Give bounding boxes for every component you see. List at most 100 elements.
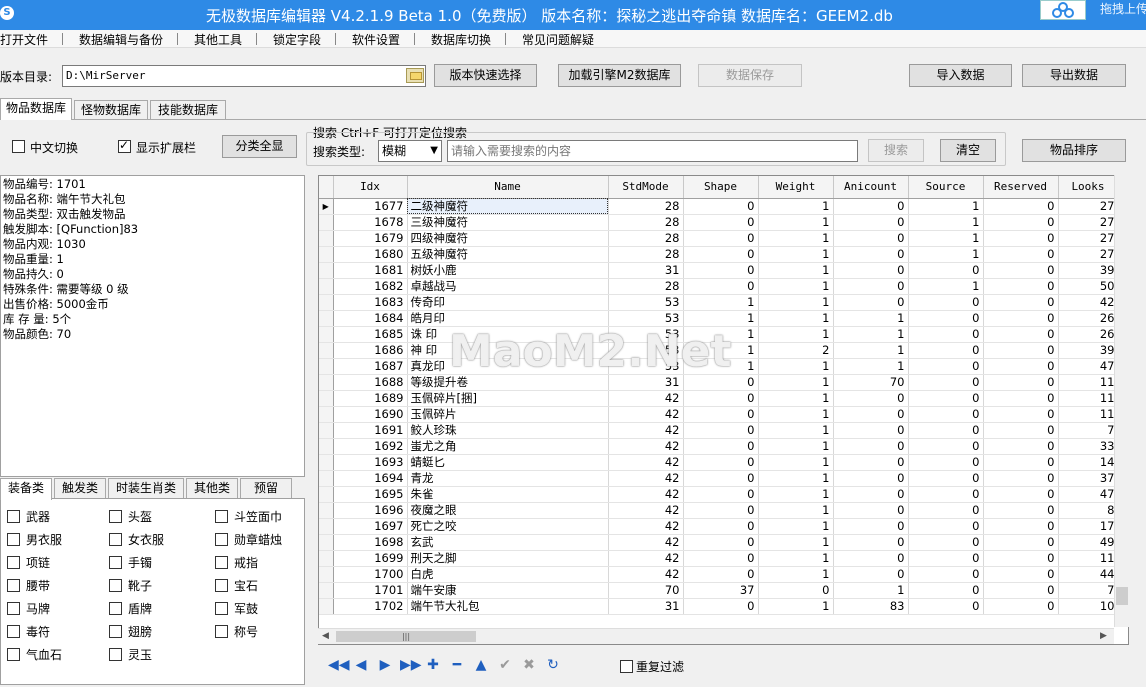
cell-reserved[interactable]: 0 (983, 422, 1059, 439)
cell-reserved[interactable]: 0 (983, 470, 1059, 487)
category-checkbox[interactable] (215, 510, 228, 523)
row-indicator[interactable] (319, 406, 334, 423)
cell-shape[interactable]: 0 (683, 454, 759, 471)
cell-shape[interactable]: 0 (683, 390, 759, 407)
cell-idx[interactable]: 1677 (333, 198, 408, 215)
cell-idx[interactable]: 1692 (333, 438, 408, 455)
cell-name[interactable]: 神 印 (407, 342, 609, 359)
cell-weight[interactable]: 1 (758, 598, 834, 615)
tab-trigger[interactable]: 触发类 (54, 478, 106, 498)
post-record-icon[interactable]: ✔ (496, 656, 514, 674)
cell-name[interactable]: 蜻蜓匕 (407, 454, 609, 471)
table-row[interactable]: 1702 端午节大礼包 31 0 1 83 0 0 10 (319, 598, 1126, 615)
row-indicator[interactable] (319, 262, 334, 279)
prior-record-icon[interactable]: ◀ (352, 656, 370, 674)
menu-data-edit-backup[interactable]: 数据编辑与备份 (79, 31, 163, 48)
category-helmet[interactable]: 头盔 (109, 508, 152, 525)
table-row[interactable]: 1698 玄武 42 0 1 0 0 0 49 (319, 534, 1126, 551)
menu-open-file[interactable]: 打开文件 (0, 31, 48, 48)
cell-reserved[interactable]: 0 (983, 342, 1059, 359)
cell-reserved[interactable]: 0 (983, 582, 1059, 599)
vertical-scroll-thumb[interactable] (1116, 587, 1128, 605)
tab-other[interactable]: 其他类 (186, 478, 238, 498)
cancel-record-icon[interactable]: ✖ (520, 656, 538, 674)
cell-name[interactable]: 卓越战马 (407, 278, 609, 295)
clear-button[interactable]: 清空 (940, 139, 996, 162)
load-engine-button[interactable]: 加载引擎M2数据库 (558, 64, 681, 87)
cell-idx[interactable]: 1679 (333, 230, 408, 247)
cell-source[interactable]: 0 (908, 422, 984, 439)
cell-reserved[interactable]: 0 (983, 198, 1059, 215)
cell-stdmode[interactable]: 31 (608, 262, 684, 279)
cell-idx[interactable]: 1689 (333, 390, 408, 407)
cell-looks[interactable]: 37 (1058, 470, 1119, 487)
category-boots[interactable]: 靴子 (109, 577, 152, 594)
first-record-icon[interactable]: ◀◀ (328, 656, 350, 674)
refresh-record-icon[interactable]: ↻ (544, 656, 562, 674)
row-indicator[interactable] (319, 534, 334, 551)
insert-record-icon[interactable]: ✚ (424, 656, 442, 674)
cell-weight[interactable]: 1 (758, 278, 834, 295)
cell-reserved[interactable]: 0 (983, 454, 1059, 471)
cell-looks[interactable]: 7 (1058, 422, 1119, 439)
cell-name[interactable]: 五级神魔符 (407, 246, 609, 263)
cell-shape[interactable]: 0 (683, 278, 759, 295)
search-type-select[interactable]: 模糊 ▼ (378, 140, 442, 162)
cell-reserved[interactable]: 0 (983, 534, 1059, 551)
save-data-button[interactable]: 数据保存 (698, 64, 802, 87)
menu-other-tools[interactable]: 其他工具 (194, 31, 242, 48)
cell-source[interactable]: 0 (908, 374, 984, 391)
cell-stdmode[interactable]: 70 (608, 582, 684, 599)
table-row[interactable]: 1681 树妖小鹿 31 0 1 0 0 0 39 (319, 262, 1126, 279)
row-indicator[interactable] (319, 342, 334, 359)
cell-name[interactable]: 朱雀 (407, 486, 609, 503)
horizontal-scrollbar[interactable]: ◀ ||| ▶ (318, 628, 1114, 644)
cell-name[interactable]: 青龙 (407, 470, 609, 487)
cell-source[interactable]: 1 (908, 246, 984, 263)
cell-weight[interactable]: 1 (758, 310, 834, 327)
cell-anicount[interactable]: 1 (833, 342, 909, 359)
cell-name[interactable]: 三级神魔符 (407, 214, 609, 231)
cell-looks[interactable]: 47 (1058, 486, 1119, 503)
table-row[interactable]: 1689 玉佩碎片[捆] 42 0 1 0 0 0 11 (319, 390, 1126, 407)
cell-idx[interactable]: 1696 (333, 502, 408, 519)
table-row[interactable]: 1685 诛 印 53 1 1 1 0 0 26 (319, 326, 1126, 343)
column-header-stdmode[interactable]: StdMode (608, 176, 684, 199)
cell-shape[interactable]: 0 (683, 470, 759, 487)
cell-source[interactable]: 0 (908, 550, 984, 567)
row-indicator[interactable] (319, 310, 334, 327)
table-row[interactable]: 1687 真龙印 53 1 1 1 0 0 47 (319, 358, 1126, 375)
cell-shape[interactable]: 1 (683, 326, 759, 343)
menu-software-settings[interactable]: 软件设置 (352, 31, 400, 48)
cell-looks[interactable]: 26 (1058, 326, 1119, 343)
vertical-scrollbar[interactable] (1114, 175, 1129, 627)
cell-weight[interactable]: 1 (758, 454, 834, 471)
table-row[interactable]: 1688 等级提升卷 31 0 1 70 0 0 11 (319, 374, 1126, 391)
cell-name[interactable]: 等级提升卷 (407, 374, 609, 391)
category-checkbox[interactable] (109, 510, 122, 523)
delete-record-icon[interactable]: ━ (448, 656, 466, 674)
cell-looks[interactable]: 27 (1058, 198, 1119, 215)
cell-weight[interactable]: 1 (758, 566, 834, 583)
cell-looks[interactable]: 10 (1058, 598, 1119, 615)
cell-reserved[interactable]: 0 (983, 294, 1059, 311)
quick-select-button[interactable]: 版本快速选择 (434, 64, 537, 87)
cell-idx[interactable]: 1691 (333, 422, 408, 439)
cell-source[interactable]: 0 (908, 358, 984, 375)
category-title[interactable]: 称号 (215, 623, 258, 640)
row-indicator[interactable] (319, 438, 334, 455)
cell-idx[interactable]: 1693 (333, 454, 408, 471)
cell-source[interactable]: 0 (908, 326, 984, 343)
cell-name[interactable]: 死亡之咬 (407, 518, 609, 535)
category-bracelet[interactable]: 手镯 (109, 554, 152, 571)
cell-name[interactable]: 夜魔之眼 (407, 502, 609, 519)
cell-anicount[interactable]: 0 (833, 486, 909, 503)
cell-idx[interactable]: 1681 (333, 262, 408, 279)
chinese-switch-checkbox[interactable] (12, 140, 25, 153)
cell-idx[interactable]: 1699 (333, 550, 408, 567)
search-input[interactable]: 请输入需要搜索的内容 (447, 140, 858, 162)
cell-weight[interactable]: 1 (758, 246, 834, 263)
cell-reserved[interactable]: 0 (983, 230, 1059, 247)
cell-source[interactable]: 0 (908, 390, 984, 407)
cell-reserved[interactable]: 0 (983, 358, 1059, 375)
